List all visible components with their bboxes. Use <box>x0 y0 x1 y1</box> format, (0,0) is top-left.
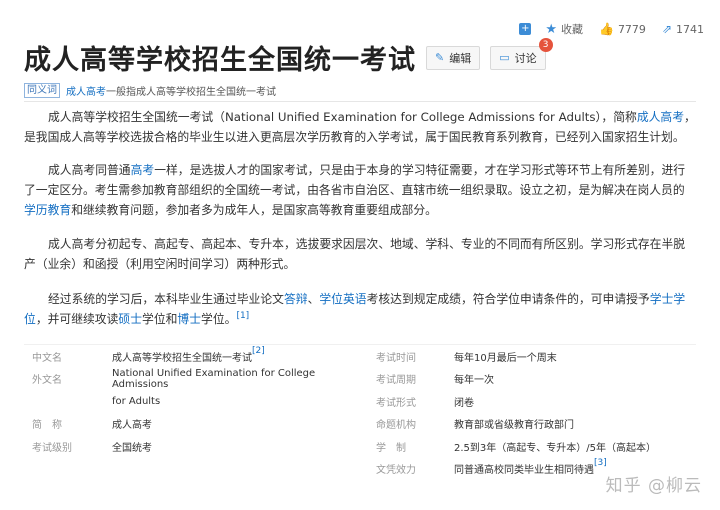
synonym-tag: 同义词 <box>24 83 60 98</box>
like-count: 7779 <box>617 22 646 36</box>
paragraph-intro: 成人高等学校招生全国统一考试（National Unified Examinat… <box>24 107 696 147</box>
info-label: 考试级别 <box>32 442 72 454</box>
reference-link[interactable]: [2] <box>252 346 265 356</box>
reference-link[interactable]: [3] <box>594 458 607 468</box>
watermark: 知乎 @柳云 <box>605 476 702 496</box>
paragraph-degree: 经过系统的学习后，本科毕业生通过毕业论文答辩、学位英语考核达到规定成绩，符合学位… <box>24 289 696 329</box>
link-defense[interactable]: 答辩 <box>284 292 308 306</box>
thumbs-up-icon: 👍 <box>598 22 614 36</box>
info-value: National Unified Examination for College… <box>112 367 316 390</box>
info-label: 命题机构 <box>376 420 416 432</box>
info-value: for Adults <box>112 395 161 407</box>
info-label: 文凭效力 <box>376 465 416 477</box>
share-icon: ⇗ <box>661 22 672 36</box>
add-button[interactable]: + <box>515 23 535 35</box>
basic-info-table: 中文名 成人高等学校招生全国统一考试[2] 考试时间 每年10月最后一个周末 外… <box>24 344 696 480</box>
discuss-label: 讨论 <box>514 51 537 65</box>
info-row: 文凭效力 同普通高校同类毕业生相同待遇[3] <box>24 458 696 481</box>
info-row: 考试级别 全国统考 学 制 2.5到3年（高起专、专升本）/5年（高起本） <box>24 435 696 458</box>
pencil-icon: ✎ <box>435 51 445 64</box>
synonym-line: 同义词 成人高考一般指成人高等学校招生全国统一考试 <box>24 83 276 98</box>
link-master[interactable]: 硕士 <box>118 312 142 326</box>
chat-icon: ▭ <box>499 51 510 64</box>
synonym-text: 一般指成人高等学校招生全国统一考试 <box>106 87 276 98</box>
info-value: 2.5到3年（高起专、专升本）/5年（高起本） <box>454 442 656 454</box>
title-row: 成人高等学校招生全国统一考试 ✎ 编辑 ▭ 讨论 3 <box>24 37 553 77</box>
info-value: 成人高考 <box>112 420 152 432</box>
link-doctor[interactable]: 博士 <box>177 312 201 326</box>
info-row: 外文名 National Unified Examination for Col… <box>24 368 696 391</box>
info-label: 考试周期 <box>376 375 416 387</box>
page-title: 成人高等学校招生全国统一考试 <box>24 45 416 76</box>
link-adult-exam[interactable]: 成人高考 <box>637 110 684 124</box>
info-label: 考试时间 <box>376 352 416 364</box>
info-label: 中文名 <box>32 352 62 364</box>
info-row: for Adults 考试形式 闭卷 <box>24 390 696 413</box>
info-value: 成人高等学校招生全国统一考试[2] <box>112 345 265 364</box>
favorite-label: 收藏 <box>560 23 583 36</box>
paragraph-compare: 成人高考同普通高考一样，是选拔人才的国家考试，只是由于本身的学习特征需要，才在学… <box>24 160 696 220</box>
para4-text-6: 学位。 <box>201 312 237 326</box>
info-value: 每年10月最后一个周末 <box>454 352 557 364</box>
para1-text-1: 成人高等学校招生全国统一考试（National Unified Examinat… <box>48 110 637 124</box>
info-label: 外文名 <box>32 375 62 387</box>
star-icon: ★ <box>545 21 557 37</box>
para2-text-1: 成人高考同普通 <box>48 163 131 177</box>
info-label: 考试形式 <box>376 397 416 409</box>
share-count: 1741 <box>676 22 704 36</box>
like-button[interactable]: 👍 7779 <box>593 19 652 39</box>
para4-text-5: 学位和 <box>142 312 178 326</box>
info-row: 中文名 成人高等学校招生全国统一考试[2] 考试时间 每年10月最后一个周末 <box>24 344 696 368</box>
para4-text-2: 、 <box>307 292 320 306</box>
para2-text-3: 和继续教育问题，参加者多为成年人，是国家高等教育重要组成部分。 <box>71 203 437 217</box>
edit-label: 编辑 <box>449 51 472 65</box>
top-toolbar: + ★ 收藏 👍 7779 ⇗ 1741 <box>515 18 710 40</box>
link-degree-education[interactable]: 学历教育 <box>24 203 71 217</box>
info-value: 闭卷 <box>454 397 474 409</box>
info-row: 简 称 成人高考 命题机构 教育部或省级教育行政部门 <box>24 413 696 436</box>
info-value: 教育部或省级教育行政部门 <box>454 420 574 432</box>
para4-text-1: 经过系统的学习后，本科毕业生通过毕业论文 <box>48 292 284 306</box>
discuss-count-badge: 3 <box>538 37 553 52</box>
info-label: 简 称 <box>32 420 62 432</box>
info-value: 每年一次 <box>454 375 494 387</box>
divider <box>24 101 696 102</box>
info-label: 学 制 <box>376 442 406 454</box>
info-value: 全国统考 <box>112 442 152 454</box>
synonym-link[interactable]: 成人高考 <box>66 87 106 98</box>
favorite-button[interactable]: ★ 收藏 <box>539 18 589 40</box>
discuss-button[interactable]: ▭ 讨论 3 <box>490 37 553 70</box>
link-degree-english[interactable]: 学位英语 <box>319 292 366 306</box>
paragraph-levels: 成人高考分初起专、高起专、高起本、专升本，选拔要求因层次、地域、学科、专业的不同… <box>24 234 696 274</box>
share-button[interactable]: ⇗ 1741 <box>656 19 710 39</box>
link-gaokao[interactable]: 高考 <box>131 163 155 177</box>
para3-text-1: 成人高考分初起专、高起专、高起本、专升本，选拔要求因层次、地域、学科、专业的不同… <box>24 237 686 271</box>
edit-button[interactable]: ✎ 编辑 <box>426 45 481 70</box>
para4-text-4: ，并可继续攻读 <box>35 312 119 326</box>
reference-link[interactable]: [1] <box>236 311 249 321</box>
para4-text-3: 考核达到规定成绩，符合学位申请条件的，可申请授予 <box>366 292 650 306</box>
plus-icon: + <box>519 23 532 35</box>
